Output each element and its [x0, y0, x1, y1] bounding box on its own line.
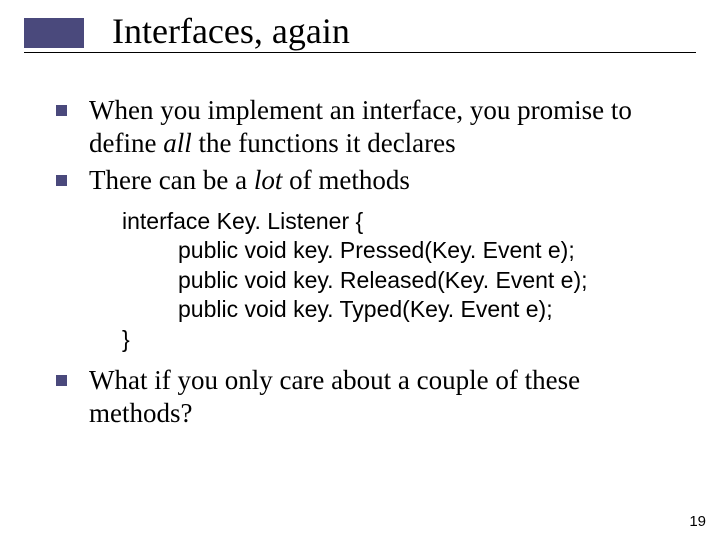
code-line: public void key. Typed(Key. Event e);: [122, 295, 676, 324]
bullet-item: There can be a lot of methods: [56, 164, 676, 197]
bullet-text-italic: all: [163, 128, 192, 158]
bullet-text-fragment: There can be a: [89, 165, 254, 195]
bullet-text: What if you only care about a couple of …: [89, 364, 676, 430]
bullet-text: There can be a lot of methods: [89, 164, 410, 197]
title-underline: [24, 52, 696, 53]
title-accent-bar: [24, 18, 84, 48]
square-bullet-icon: [56, 105, 67, 116]
code-line: }: [122, 325, 676, 354]
code-line: interface Key. Listener {: [122, 207, 676, 236]
page-number: 19: [689, 513, 706, 530]
slide-body: When you implement an interface, you pro…: [56, 94, 676, 434]
bullet-text-italic: lot: [254, 165, 283, 195]
bullet-item: When you implement an interface, you pro…: [56, 94, 676, 160]
code-line: public void key. Pressed(Key. Event e);: [122, 236, 676, 265]
bullet-text-fragment: the functions it declares: [192, 128, 456, 158]
code-line: public void key. Released(Key. Event e);: [122, 266, 676, 295]
bullet-text-fragment: of methods: [282, 165, 410, 195]
code-block: interface Key. Listener { public void ke…: [122, 207, 676, 354]
square-bullet-icon: [56, 375, 67, 386]
slide: Interfaces, again When you implement an …: [0, 0, 720, 540]
bullet-item: What if you only care about a couple of …: [56, 364, 676, 430]
square-bullet-icon: [56, 175, 67, 186]
slide-title: Interfaces, again: [112, 10, 350, 52]
bullet-text: When you implement an interface, you pro…: [89, 94, 676, 160]
